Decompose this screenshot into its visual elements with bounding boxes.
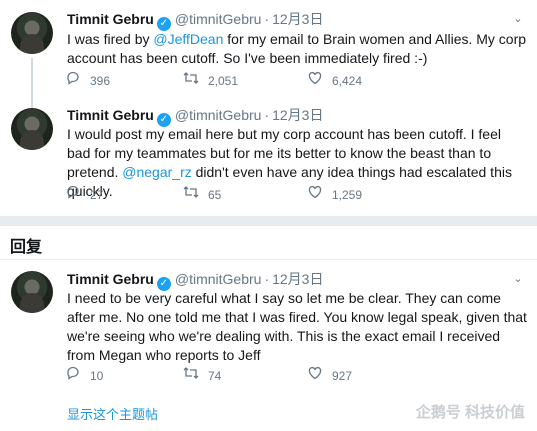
thread-line xyxy=(31,58,33,110)
like-count: 927 xyxy=(332,369,353,383)
chevron-down-icon[interactable]: ⌄ xyxy=(511,272,525,286)
reply-button[interactable]: 396 xyxy=(64,71,110,90)
tweet-date[interactable]: 12月3日 xyxy=(272,107,323,123)
reply-count: 10 xyxy=(90,369,104,383)
author-handle[interactable]: @timnitGebru xyxy=(175,271,262,287)
retweet-icon xyxy=(182,71,200,89)
tweet-header: Timnit Gebru ✓ @timnitGebru · 12月3日 xyxy=(67,270,323,291)
verified-badge-icon: ✓ xyxy=(156,17,171,31)
tweet-date[interactable]: 12月3日 xyxy=(272,11,323,27)
retweet-count: 65 xyxy=(208,188,222,202)
replies-heading: 回复 xyxy=(10,239,43,256)
reply-button[interactable]: 10 xyxy=(64,366,103,385)
reply-icon xyxy=(64,71,82,89)
retweet-count: 74 xyxy=(208,369,222,383)
reply-count: 396 xyxy=(90,74,111,88)
tweet-text: I was fired by @JeffDean for my email to… xyxy=(67,30,527,68)
author-name[interactable]: Timnit Gebru xyxy=(67,271,154,287)
tweet-date[interactable]: 12月3日 xyxy=(272,271,323,287)
mention-link[interactable]: @negar_rz xyxy=(122,164,191,180)
author-handle[interactable]: @timnitGebru xyxy=(175,107,262,123)
like-button[interactable]: 927 xyxy=(306,366,352,385)
retweet-button[interactable]: 2,051 xyxy=(182,71,238,90)
retweet-icon xyxy=(182,185,200,203)
reply-count: 27 xyxy=(90,188,104,202)
tweet-text: I would post my email here but my corp a… xyxy=(67,125,527,201)
avatar[interactable] xyxy=(11,108,53,150)
divider xyxy=(0,259,537,260)
tweet-text-before: I need to be very careful what I say so … xyxy=(67,290,527,363)
chevron-down-icon[interactable]: ⌄ xyxy=(511,12,525,26)
like-button[interactable]: 6,424 xyxy=(306,71,362,90)
reply-button[interactable]: 27 xyxy=(64,185,103,204)
author-handle[interactable]: @timnitGebru xyxy=(175,11,262,27)
heart-icon xyxy=(306,71,324,89)
tweet-text: I need to be very careful what I say so … xyxy=(67,289,527,365)
retweet-icon xyxy=(182,366,200,384)
separator-dot: · xyxy=(264,107,270,123)
avatar[interactable] xyxy=(11,12,53,54)
separator-dot: · xyxy=(264,11,270,27)
mention-link[interactable]: @JeffDean xyxy=(153,31,223,47)
separator-dot: · xyxy=(264,271,270,287)
heart-icon xyxy=(306,185,324,203)
tweet-text-before: I was fired by xyxy=(67,31,154,47)
retweet-button[interactable]: 74 xyxy=(182,366,221,385)
avatar[interactable] xyxy=(11,271,53,313)
retweet-count: 2,051 xyxy=(208,74,239,88)
like-count: 1,259 xyxy=(332,188,363,202)
retweet-button[interactable]: 65 xyxy=(182,185,221,204)
tweet-header: Timnit Gebru ✓ @timnitGebru · 12月3日 xyxy=(67,106,323,127)
like-button[interactable]: 1,259 xyxy=(306,185,362,204)
watermark: 企鹅号 科技价值 xyxy=(415,404,525,421)
like-count: 6,424 xyxy=(332,74,363,88)
reply-icon xyxy=(64,185,82,203)
heart-icon xyxy=(306,366,324,384)
section-divider xyxy=(0,216,537,226)
show-thread-link[interactable]: 显示这个主题帖 xyxy=(67,404,158,423)
reply-icon xyxy=(64,366,82,384)
author-name[interactable]: Timnit Gebru xyxy=(67,107,154,123)
tweet-header: Timnit Gebru ✓ @timnitGebru · 12月3日 xyxy=(67,10,323,31)
author-name[interactable]: Timnit Gebru xyxy=(67,11,154,27)
